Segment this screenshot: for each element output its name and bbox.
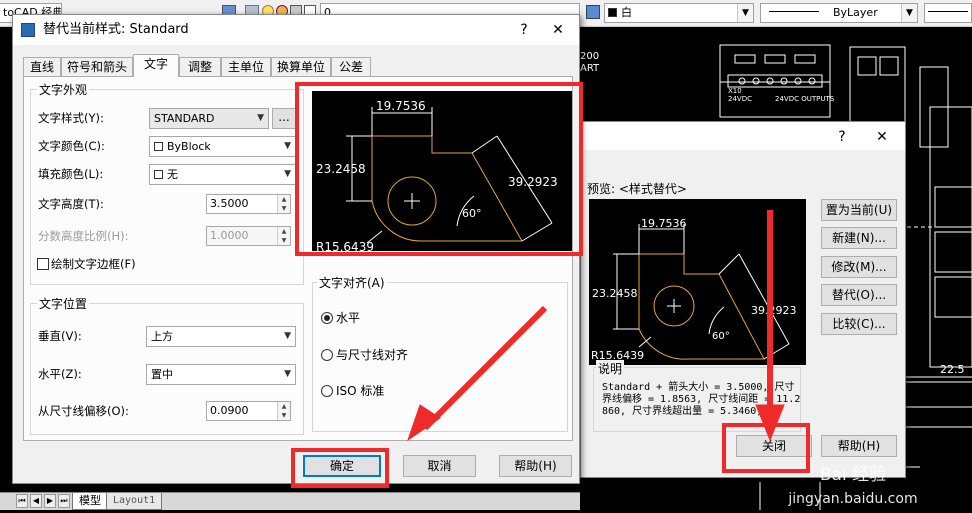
tab-text[interactable]: 文字 — [133, 54, 179, 77]
watermark-line1: Bai 经验 — [819, 465, 887, 485]
watermark-line2: jingyan.baidu.com — [788, 491, 918, 507]
watermark: Bai 经验 jingyan.baidu.com — [738, 465, 968, 510]
